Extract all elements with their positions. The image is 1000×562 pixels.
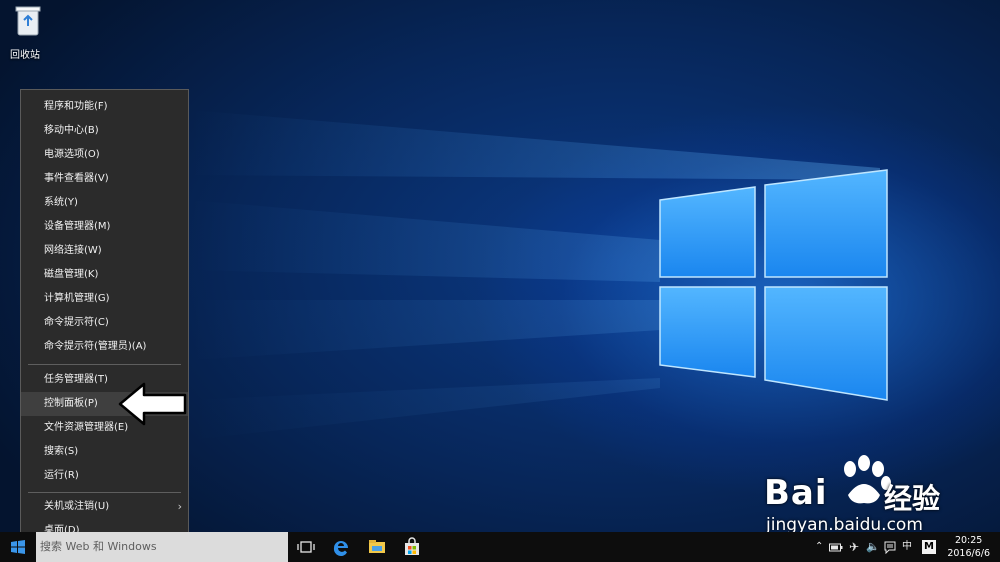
menu-item-search[interactable]: 搜索(S) xyxy=(21,440,188,464)
airplane-mode-icon[interactable]: ✈ xyxy=(849,532,859,562)
menu-item-command-prompt[interactable]: 命令提示符(C) xyxy=(21,311,188,335)
menu-item-label: 计算机管理(G) xyxy=(44,293,110,304)
menu-item-label: 控制面板(P) xyxy=(44,398,98,409)
windows-start-icon xyxy=(11,540,25,554)
windows-logo-wallpaper xyxy=(659,169,888,401)
menu-item-computer-management[interactable]: 计算机管理(G) xyxy=(21,287,188,311)
menu-item-label: 命令提示符(管理员)(A) xyxy=(44,341,147,352)
watermark-brand-left: Bai xyxy=(764,473,828,513)
menu-item-event-viewer[interactable]: 事件查看器(V) xyxy=(21,167,188,191)
baidu-watermark: Bai 经验 jingyan.baidu.com xyxy=(764,455,994,535)
task-view-icon[interactable] xyxy=(296,537,316,557)
file-explorer-icon[interactable] xyxy=(367,537,387,557)
clock[interactable]: 20:25 2016/6/6 xyxy=(947,534,990,560)
chevron-up-icon[interactable]: ⌃ xyxy=(815,532,823,562)
clock-time: 20:25 xyxy=(954,535,983,546)
start-button[interactable] xyxy=(0,532,36,562)
search-input[interactable]: 搜索 Web 和 Windows xyxy=(36,532,288,562)
menu-item-label: 磁盘管理(K) xyxy=(44,269,99,280)
recycle-bin-label: 回收站 xyxy=(10,50,40,61)
action-center-icon[interactable] xyxy=(884,541,896,554)
menu-item-label: 网络连接(W) xyxy=(44,245,102,256)
menu-item-label: 电源选项(O) xyxy=(44,149,100,160)
menu-item-device-manager[interactable]: 设备管理器(M) xyxy=(21,215,188,239)
menu-item-label: 关机或注销(U) xyxy=(44,501,110,512)
battery-icon[interactable] xyxy=(829,542,843,554)
menu-separator xyxy=(28,364,181,365)
menu-item-label: 命令提示符(C) xyxy=(44,317,109,328)
menu-item-label: 系统(Y) xyxy=(44,197,78,208)
menu-item-system[interactable]: 系统(Y) xyxy=(21,191,188,215)
menu-item-label: 搜索(S) xyxy=(44,446,79,457)
watermark-brand-right: 经验 xyxy=(884,482,941,515)
volume-icon[interactable]: 🔈 xyxy=(866,532,880,562)
clock-date: 2016/6/6 xyxy=(947,548,990,559)
menu-item-power-options[interactable]: 电源选项(O) xyxy=(21,143,188,167)
menu-item-label: 移动中心(B) xyxy=(44,125,99,136)
power-user-menu: 程序和功能(F) 移动中心(B) 电源选项(O) 事件查看器(V) 系统(Y) … xyxy=(20,89,189,548)
recycle-bin[interactable]: 回收站 xyxy=(8,4,48,61)
menu-item-network-connections[interactable]: 网络连接(W) xyxy=(21,239,188,263)
ime-mode-badge[interactable]: M xyxy=(922,540,936,554)
store-icon[interactable] xyxy=(402,537,422,557)
menu-item-label: 设备管理器(M) xyxy=(44,221,111,232)
menu-item-label: 运行(R) xyxy=(44,470,79,481)
menu-item-label: 文件资源管理器(E) xyxy=(44,422,129,433)
menu-item-label: 任务管理器(T) xyxy=(44,374,108,385)
menu-item-run[interactable]: 运行(R) xyxy=(21,464,188,488)
menu-separator xyxy=(28,492,181,493)
ime-indicator[interactable]: 中 xyxy=(902,532,912,562)
taskbar: 搜索 Web 和 Windows ⌃ ✈ 🔈 中 M 20:25 2016/6/… xyxy=(0,532,1000,562)
menu-item-label: 程序和功能(F) xyxy=(44,101,108,112)
menu-item-label: 事件查看器(V) xyxy=(44,173,109,184)
menu-item-command-prompt-admin[interactable]: 命令提示符(管理员)(A) xyxy=(21,335,188,359)
recycle-bin-icon xyxy=(15,6,41,36)
menu-item-disk-management[interactable]: 磁盘管理(K) xyxy=(21,263,188,287)
edge-browser-icon[interactable] xyxy=(331,537,351,557)
pointer-arrow-annotation xyxy=(118,382,187,426)
menu-item-shutdown-signout[interactable]: 关机或注销(U) › xyxy=(21,495,188,519)
menu-item-mobility-center[interactable]: 移动中心(B) xyxy=(21,119,188,143)
menu-item-programs-features[interactable]: 程序和功能(F) xyxy=(21,95,188,119)
chevron-right-icon: › xyxy=(177,500,182,513)
